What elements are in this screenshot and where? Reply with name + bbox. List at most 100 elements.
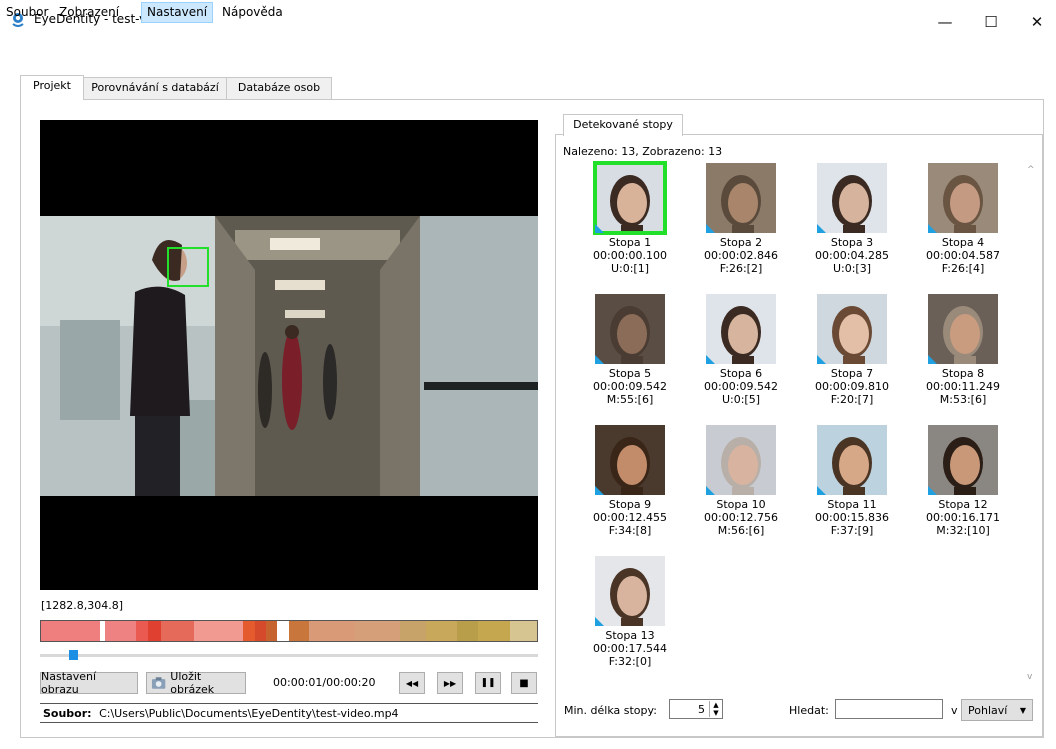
tab-databaze-osob[interactable]: Databáze osob	[226, 77, 332, 99]
tab-detected-tracks[interactable]: Detekované stopy	[563, 114, 683, 136]
tab-projekt[interactable]: Projekt	[20, 75, 84, 100]
timeline-segment[interactable]	[265, 621, 277, 641]
track-thumbnail[interactable]	[706, 163, 776, 233]
track-corner-marker	[817, 486, 826, 495]
track-time: 00:00:17.544	[593, 642, 667, 655]
rewind-button[interactable]: ◀◀	[399, 672, 425, 694]
scroll-up-icon[interactable]: ^	[1027, 165, 1035, 175]
timeline-segment[interactable]	[478, 621, 511, 641]
stop-button[interactable]: ■	[511, 672, 537, 694]
timeline-segment[interactable]	[510, 621, 537, 641]
track-name: Stopa 7	[830, 367, 874, 380]
timeline-segment[interactable]	[135, 621, 149, 641]
menu-nastaveni[interactable]: Nastavení	[141, 2, 214, 23]
track-item[interactable]: Stopa 5 00:00:09.542 M:55:[6]	[580, 294, 680, 406]
spinner-arrows-icon[interactable]: ▲ ▼	[709, 701, 722, 717]
track-item[interactable]: Stopa 4 00:00:04.587 F:26:[4]	[913, 163, 1013, 275]
face-image	[943, 175, 983, 233]
timeline-segment[interactable]	[242, 621, 256, 641]
min-length-spinner[interactable]: 5 ▲ ▼	[669, 699, 723, 719]
track-info: M:56:[6]	[717, 524, 765, 537]
file-path: C:\Users\Public\Documents\EyeDentity\tes…	[99, 707, 399, 720]
track-corner-marker	[706, 355, 715, 364]
track-corner-marker	[706, 486, 715, 495]
track-item[interactable]: Stopa 10 00:00:12.756 M:56:[6]	[691, 425, 791, 537]
track-info: U:0:[1]	[610, 262, 650, 275]
track-item[interactable]: Stopa 9 00:00:12.455 F:34:[8]	[580, 425, 680, 537]
track-thumbnail[interactable]	[928, 163, 998, 233]
maximize-button[interactable]: ☐	[968, 8, 1014, 36]
timeline-segment[interactable]	[355, 621, 400, 641]
track-item[interactable]: Stopa 8 00:00:11.249 M:53:[6]	[913, 294, 1013, 406]
video-frame	[40, 120, 538, 590]
timeline-segment[interactable]	[41, 621, 100, 641]
track-item[interactable]: Stopa 2 00:00:02.846 F:26:[2]	[691, 163, 791, 275]
menu-soubor[interactable]: Soubor	[1, 3, 53, 22]
scroll-down-icon[interactable]: v	[1027, 672, 1032, 682]
track-item[interactable]: Stopa 3 00:00:04.285 U:0:[3]	[802, 163, 902, 275]
timeline-segment[interactable]	[426, 621, 457, 641]
track-item[interactable]: Stopa 13 00:00:17.544 F:32:[0]	[580, 556, 680, 668]
image-settings-button[interactable]: Nastavení obrazu	[40, 670, 138, 696]
timeline-segment[interactable]	[276, 621, 289, 641]
track-thumbnail[interactable]	[595, 294, 665, 364]
tab-porovnavani[interactable]: Porovnávání s databází	[82, 77, 228, 99]
seek-slider-track[interactable]	[40, 654, 538, 657]
min-length-label: Min. délka stopy:	[564, 704, 657, 717]
track-corner-marker	[595, 486, 604, 495]
face-image	[832, 175, 872, 233]
fast-forward-button[interactable]: ▶▶	[437, 672, 463, 694]
track-thumbnail[interactable]	[817, 425, 887, 495]
close-button[interactable]: ✕	[1014, 8, 1056, 36]
track-name: Stopa 6	[719, 367, 763, 380]
timeline-segment[interactable]	[288, 621, 309, 641]
track-thumbnail[interactable]	[817, 294, 887, 364]
track-corner-marker	[928, 224, 937, 233]
menu-napoveda[interactable]: Nápověda	[217, 3, 288, 22]
seek-slider-thumb[interactable]	[69, 650, 78, 660]
timeline-segment[interactable]	[160, 621, 195, 641]
track-thumbnail[interactable]	[593, 161, 667, 235]
minimize-button[interactable]: —	[922, 8, 968, 36]
detection-timeline[interactable]	[40, 620, 538, 642]
timeline-segment[interactable]	[399, 621, 427, 641]
track-thumbnail[interactable]	[595, 425, 665, 495]
track-item[interactable]: Stopa 12 00:00:16.171 M:32:[10]	[913, 425, 1013, 537]
face-image	[610, 306, 650, 364]
search-input[interactable]	[835, 699, 943, 719]
video-viewport[interactable]	[40, 120, 538, 590]
track-item[interactable]: Stopa 7 00:00:09.810 F:20:[7]	[802, 294, 902, 406]
track-corner-marker	[817, 355, 826, 364]
track-time: 00:00:12.756	[704, 511, 778, 524]
search-field-value: Pohlaví	[968, 703, 1008, 717]
track-name: Stopa 5	[608, 367, 652, 380]
search-field-select[interactable]: Pohlaví ▼	[961, 699, 1033, 721]
save-image-button[interactable]: Uložit obrázek	[146, 670, 246, 696]
track-info: M:55:[6]	[606, 393, 654, 406]
timeline-segment[interactable]	[456, 621, 479, 641]
track-corner-marker	[595, 617, 604, 626]
timeline-segment[interactable]	[308, 621, 355, 641]
track-thumbnail[interactable]	[595, 556, 665, 626]
track-thumbnail[interactable]	[706, 425, 776, 495]
timeline-segment[interactable]	[255, 621, 266, 641]
cursor-coordinates: [1282.8,304.8]	[41, 599, 124, 612]
track-corner-marker	[595, 224, 604, 233]
track-name: Stopa 4	[941, 236, 985, 249]
menu-zobrazeni[interactable]: Zobrazení	[54, 3, 124, 22]
track-item[interactable]: Stopa 11 00:00:15.836 F:37:[9]	[802, 425, 902, 537]
track-info: F:20:[7]	[830, 393, 874, 406]
camera-icon	[151, 677, 166, 689]
pause-button[interactable]: ❚❚	[475, 672, 501, 694]
track-thumbnail[interactable]	[706, 294, 776, 364]
track-thumbnail[interactable]	[817, 163, 887, 233]
tracks-scrollbar[interactable]: ^ v	[1024, 165, 1038, 682]
track-thumbnail[interactable]	[928, 294, 998, 364]
timeline-segment[interactable]	[105, 621, 136, 641]
timeline-segment[interactable]	[194, 621, 243, 641]
track-thumbnail[interactable]	[928, 425, 998, 495]
track-item[interactable]: Stopa 1 00:00:00.100 U:0:[1]	[580, 161, 680, 275]
track-info: F:37:[9]	[830, 524, 874, 537]
timeline-segment[interactable]	[148, 621, 161, 641]
track-item[interactable]: Stopa 6 00:00:09.542 U:0:[5]	[691, 294, 791, 406]
